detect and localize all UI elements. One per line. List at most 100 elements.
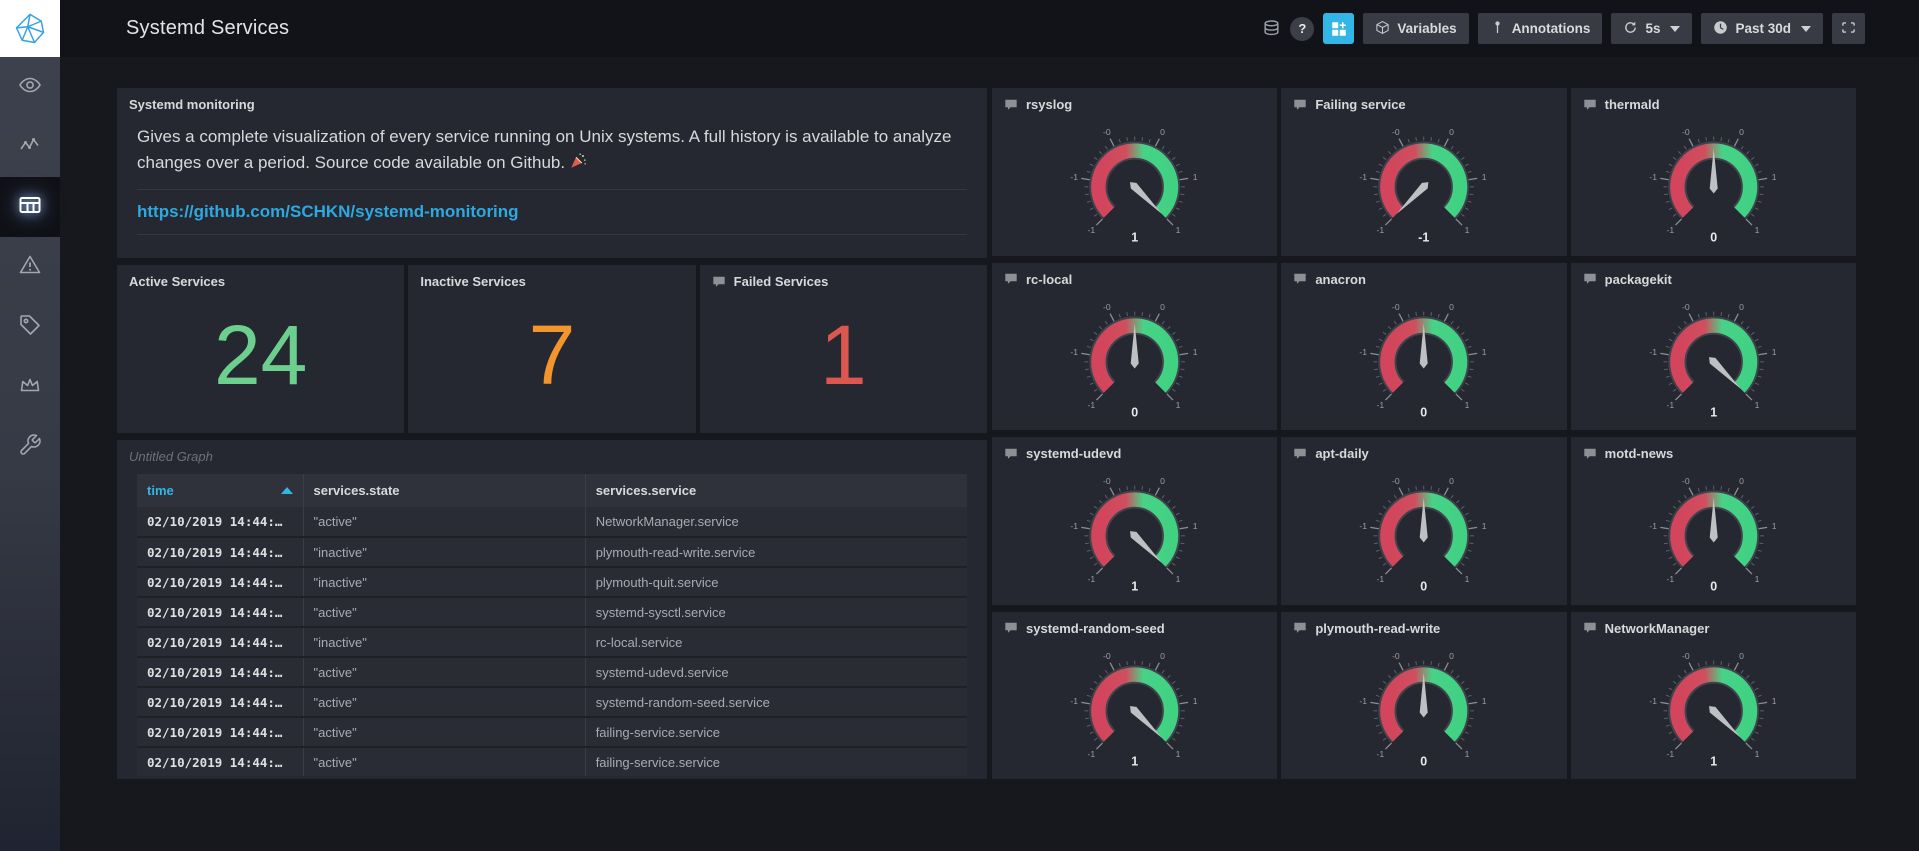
panel-title[interactable]: plymouth-read-write <box>1315 621 1440 636</box>
grafana-logo[interactable] <box>0 0 60 57</box>
panel-title[interactable]: Active Services <box>129 274 225 289</box>
panel-title[interactable]: Untitled Graph <box>129 449 213 464</box>
panel-description-icon <box>1583 447 1597 461</box>
panel-description-icon <box>1583 272 1597 286</box>
top-navbar: Systemd Services ? Variables Annotations… <box>60 0 1919 57</box>
panel-title[interactable]: packagekit <box>1605 272 1672 287</box>
crown-icon <box>18 373 42 402</box>
gauge-panel-thermald: thermald -1 -1 -0 0 1 1 0 <box>1570 88 1856 256</box>
svg-text:-0: -0 <box>1103 651 1111 661</box>
svg-text:1: 1 <box>1482 172 1487 182</box>
svg-text:1: 1 <box>1193 347 1198 357</box>
cell-state: "inactive" <box>302 567 586 598</box>
panel-title[interactable]: systemd-random-seed <box>1026 621 1165 636</box>
cell-service: failing-service.service <box>584 747 967 776</box>
svg-text:-1: -1 <box>1070 172 1078 182</box>
alerting-icon <box>18 253 42 282</box>
stat-panel-failed-services: Failed Services 1 <box>699 265 987 433</box>
panel-title[interactable]: Systemd monitoring <box>129 97 255 112</box>
datasource-icon[interactable] <box>1262 19 1281 38</box>
annotations-button[interactable]: Annotations <box>1477 13 1603 44</box>
refresh-interval-label: 5s <box>1645 21 1661 36</box>
github-link[interactable]: https://github.com/SCHKN/systemd-monitor… <box>137 202 519 222</box>
stat-value: 24 <box>213 308 308 402</box>
stat-panel-inactive-services: Inactive Services 7 <box>408 265 696 433</box>
panel-title[interactable]: Failing service <box>1315 97 1405 112</box>
sort-asc-icon <box>280 487 293 494</box>
gauge: -1 -1 -0 0 1 1 0 <box>1360 302 1487 419</box>
gauge: -1 -1 -0 0 1 1 1 <box>1070 127 1198 244</box>
annotations-label: Annotations <box>1511 21 1591 36</box>
svg-text:1: 1 <box>1771 347 1776 357</box>
panel-title[interactable]: motd-news <box>1605 446 1674 461</box>
sidebar-item-settings[interactable] <box>0 417 60 477</box>
panel-description-icon <box>1293 621 1307 635</box>
panel-title[interactable]: apt-daily <box>1315 446 1368 461</box>
cell-state: "active" <box>302 597 586 628</box>
svg-text:-1: -1 <box>1360 696 1368 706</box>
panel-title[interactable]: rc-local <box>1026 272 1072 287</box>
sidebar-item-alerting[interactable] <box>0 237 60 297</box>
svg-text:-1: -1 <box>1070 521 1078 531</box>
refresh-button[interactable]: 5s <box>1611 13 1693 44</box>
gauge-panel-failing-service: Failing service -1 -1 -0 0 1 1 -1 <box>1281 88 1567 256</box>
time-range-button[interactable]: Past 30d <box>1701 13 1823 44</box>
panel-title[interactable]: thermald <box>1605 97 1660 112</box>
cell-service: plymouth-read-write.service <box>584 537 967 568</box>
cell-service: failing-service.service <box>584 717 967 748</box>
cell-time: 02/10/2019 14:44:… <box>137 747 303 776</box>
stat-row: Active Services 24 Inactive Services 7 F… <box>117 265 987 433</box>
help-icon[interactable]: ? <box>1290 16 1315 41</box>
panel-title[interactable]: rsyslog <box>1026 97 1072 112</box>
column-header-state[interactable]: services.state <box>302 474 586 507</box>
fullscreen-icon <box>1841 20 1856 38</box>
gauge: -1 -1 -0 0 1 1 1 <box>1649 302 1776 419</box>
cell-time: 02/10/2019 14:44:… <box>137 537 303 568</box>
svg-text:0: 0 <box>1739 127 1744 137</box>
sidebar-item-dashboards[interactable] <box>0 177 60 237</box>
table-row: 02/10/2019 14:44:… "inactive" plymouth-qui… <box>137 567 967 598</box>
variables-button[interactable]: Variables <box>1363 13 1469 44</box>
sidebar-item-metrics[interactable] <box>0 117 60 177</box>
sidebar-item-crown[interactable] <box>0 357 60 417</box>
table-body: 02/10/2019 14:44:… "active" NetworkManager… <box>137 507 967 776</box>
panel-title[interactable]: Failed Services <box>734 274 829 289</box>
sidebar-item-tags[interactable] <box>0 297 60 357</box>
panel-title[interactable]: Inactive Services <box>420 274 526 289</box>
svg-text:-0: -0 <box>1392 651 1400 661</box>
svg-text:1: 1 <box>1193 172 1198 182</box>
panel-title[interactable]: systemd-udevd <box>1026 446 1121 461</box>
svg-text:-0: -0 <box>1103 127 1111 137</box>
sidebar-menu <box>0 57 60 477</box>
svg-text:0: 0 <box>1160 127 1165 137</box>
sidebar-item-eye[interactable] <box>0 57 60 117</box>
svg-text:1: 1 <box>1131 579 1138 593</box>
svg-text:1: 1 <box>1482 696 1487 706</box>
cell-time: 02/10/2019 14:44:… <box>137 717 303 748</box>
svg-text:-0: -0 <box>1103 476 1111 486</box>
svg-text:0: 0 <box>1131 405 1138 419</box>
gauge-panel-rsyslog: rsyslog -1 -1 -0 0 1 1 1 <box>992 88 1278 256</box>
cell-state: "active" <box>302 507 586 538</box>
tv-mode-button[interactable] <box>1832 13 1865 44</box>
svg-text:-1: -1 <box>1649 696 1657 706</box>
panel-title[interactable]: anacron <box>1315 272 1366 287</box>
panel-title[interactable]: NetworkManager <box>1605 621 1710 636</box>
add-panel-button[interactable] <box>1323 13 1355 44</box>
table-row: 02/10/2019 14:44:… "inactive" plymouth-rea… <box>137 537 967 568</box>
column-header-time[interactable]: time <box>137 474 303 507</box>
svg-text:-1: -1 <box>1070 347 1078 357</box>
cell-service: rc-local.service <box>584 627 967 658</box>
party-popper-emoji <box>569 152 587 178</box>
time-range-label: Past 30d <box>1735 21 1791 36</box>
svg-text:1: 1 <box>1465 400 1470 410</box>
svg-text:-1: -1 <box>1360 521 1368 531</box>
svg-text:1: 1 <box>1465 749 1470 759</box>
column-header-service[interactable]: services.service <box>584 474 967 507</box>
cell-service: systemd-random-seed.service <box>584 687 967 718</box>
svg-text:-1: -1 <box>1377 400 1385 410</box>
table-row: 02/10/2019 14:44:… "active" failing-servic… <box>137 717 967 748</box>
svg-text:-0: -0 <box>1392 302 1400 312</box>
cell-time: 02/10/2019 14:44:… <box>137 627 303 658</box>
svg-text:1: 1 <box>1754 225 1759 235</box>
